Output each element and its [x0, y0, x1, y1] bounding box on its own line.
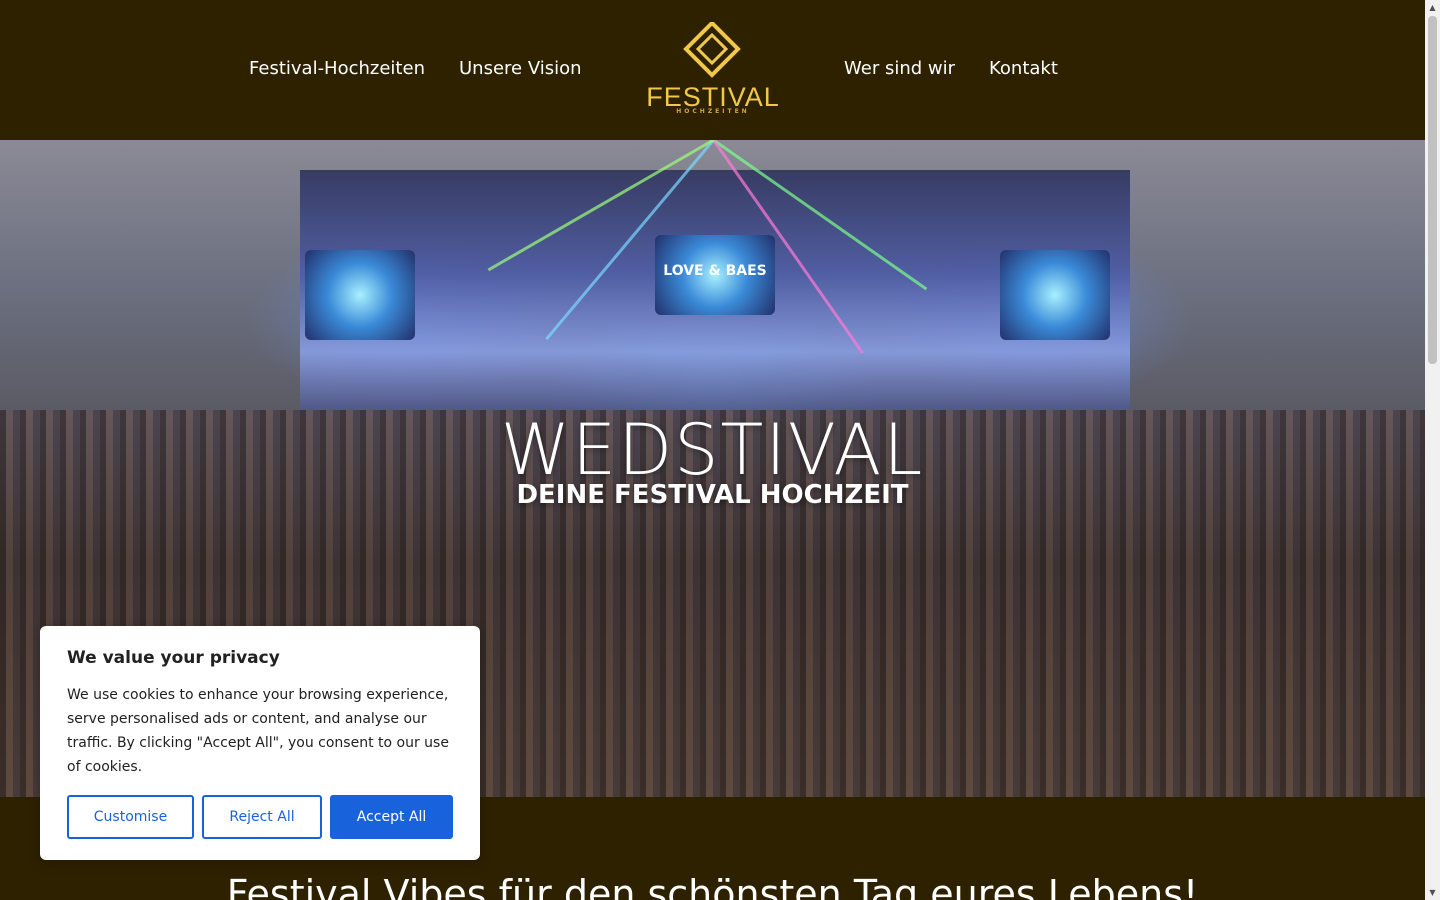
scroll-down-icon[interactable]: ▼ — [1425, 885, 1440, 900]
scroll-up-icon[interactable]: ▲ — [1425, 0, 1440, 15]
cookie-text: We use cookies to enhance your browsing … — [67, 687, 449, 775]
customise-button[interactable]: Customise — [67, 795, 194, 839]
nav-kontakt[interactable]: Kontakt — [989, 58, 1058, 79]
led-screen-center: LOVE & BAES — [655, 235, 775, 315]
nav-wer-sind-wir[interactable]: Wer sind wir — [844, 58, 955, 79]
festival-logo[interactable]: FESTIVAL HOCHZEITEN — [640, 22, 786, 122]
diamond-logo-icon — [683, 22, 741, 78]
nav-festival-hochzeiten[interactable]: Festival-Hochzeiten — [249, 58, 425, 79]
scrollbar-thumb[interactable] — [1428, 16, 1437, 364]
led-screen-right — [1000, 250, 1110, 340]
cookie-consent-banner: We value your privacy We use cookies to … — [40, 626, 480, 860]
page-scrollbar[interactable]: ▲ ▼ — [1425, 0, 1440, 900]
nav-unsere-vision[interactable]: Unsere Vision — [459, 58, 582, 79]
section-heading: Festival Vibes für den schönsten Tag eur… — [226, 872, 1199, 900]
logo-subtext: HOCHZEITEN — [676, 108, 750, 115]
hero-subtitle: DEINE FESTIVAL HOCHZEIT — [516, 480, 909, 510]
accept-all-button[interactable]: Accept All — [330, 795, 453, 839]
reject-all-button[interactable]: Reject All — [202, 795, 322, 839]
led-screen-left — [305, 250, 415, 340]
stage-sign-text: LOVE & BAES — [663, 263, 767, 279]
cookie-title: We value your privacy — [67, 648, 280, 668]
site-header: Festival-Hochzeiten Unsere Vision FESTIV… — [0, 0, 1425, 140]
